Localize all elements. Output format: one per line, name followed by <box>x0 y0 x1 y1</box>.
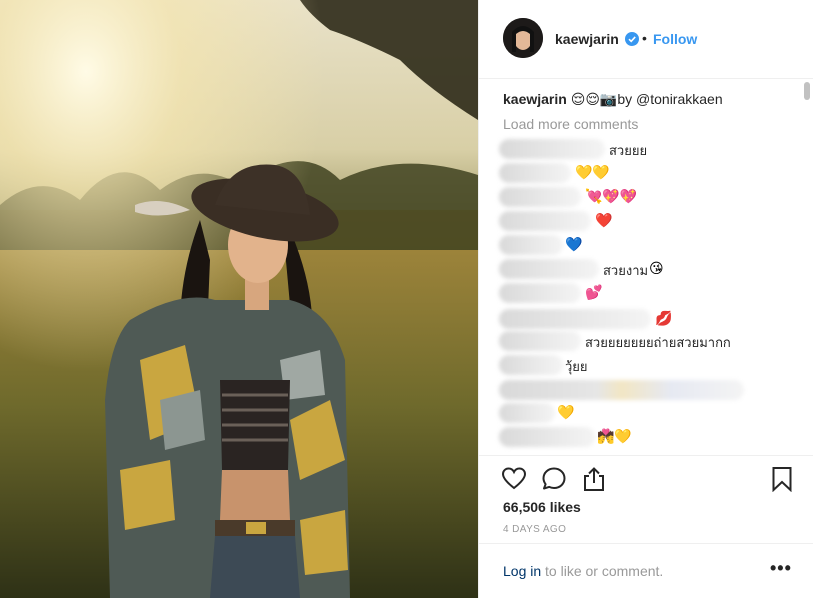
blurred-username <box>499 235 563 255</box>
comment-text: สวยงาม <box>603 263 649 278</box>
blurred-username <box>499 211 591 231</box>
follow-button[interactable]: Follow <box>653 31 697 47</box>
post-panel: kaewjarin • Follow kaewjarin 😌😌📷by @toni… <box>478 0 813 598</box>
username[interactable]: kaewjarin <box>555 31 619 47</box>
blurred-username <box>499 259 599 279</box>
caption-username[interactable]: kaewjarin <box>503 91 567 107</box>
comment-emoji: 💋 <box>655 310 673 326</box>
action-bar <box>479 455 813 496</box>
comment-emoji: 💘💖💖 <box>585 188 638 204</box>
likes-count[interactable]: 66,506 likes <box>503 499 581 515</box>
comment-emoji: 💙 <box>565 236 583 252</box>
comments-scrollbar[interactable] <box>804 82 810 100</box>
caption-emoji: 😌😌📷 <box>570 91 618 107</box>
comment-emoji: 💏💛 <box>597 428 632 444</box>
comment-icon[interactable] <box>541 466 567 492</box>
comments-list[interactable]: kaewjarin 😌😌📷by @tonirakkaen Load more c… <box>479 79 799 454</box>
post-date[interactable]: 4 DAYS AGO <box>503 524 566 535</box>
comment-emoji: ❤️ <box>595 212 613 228</box>
post-header: kaewjarin • Follow <box>479 0 813 79</box>
comment-text: สวยยย <box>609 143 648 158</box>
heart-icon[interactable] <box>501 466 527 492</box>
blurred-username <box>499 309 651 329</box>
comment-emoji: 💕 <box>585 284 603 300</box>
blurred-comment <box>499 380 744 400</box>
photo-image <box>0 0 478 598</box>
login-prompt-text: to like or comment. <box>541 563 664 579</box>
blurred-username <box>499 403 555 423</box>
share-icon[interactable] <box>581 466 607 492</box>
comment-text: สวยยยยยยยถ่ายสวยมากก <box>585 335 731 350</box>
load-more-comments[interactable]: Load more comments <box>503 116 638 132</box>
post-photo[interactable] <box>0 0 478 598</box>
comment-emoji: 💛 <box>557 404 575 420</box>
more-options-button[interactable]: ••• <box>770 558 792 579</box>
separator-dot: • <box>642 30 647 46</box>
blurred-username <box>499 187 581 207</box>
blurred-username <box>499 139 605 159</box>
comment-text: วุ้ยย <box>565 359 588 374</box>
avatar[interactable] <box>503 18 543 58</box>
verified-icon <box>625 32 639 46</box>
blurred-username <box>499 355 563 375</box>
blurred-username <box>499 331 581 351</box>
caption-text: by @tonirakkaen <box>617 91 723 107</box>
blurred-username <box>499 283 581 303</box>
login-prompt: Log in to like or comment. <box>503 563 663 579</box>
comment-emoji: 😘 <box>649 260 664 276</box>
login-link[interactable]: Log in <box>503 563 541 579</box>
comment-emoji: 💛💛 <box>575 164 610 180</box>
bookmark-icon[interactable] <box>769 466 795 493</box>
caption: kaewjarin 😌😌📷by @tonirakkaen <box>503 91 723 108</box>
blurred-username <box>499 427 595 447</box>
login-footer: Log in to like or comment. ••• <box>479 543 813 599</box>
blurred-username <box>499 163 571 183</box>
